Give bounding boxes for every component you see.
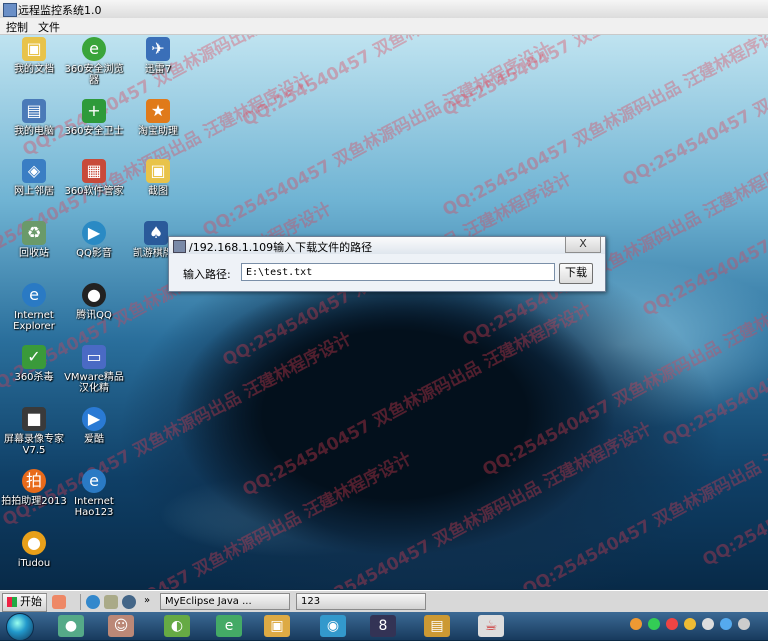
java-app-icon (173, 240, 186, 253)
watermark-text: QQ:254540457 双鱼林源码出品 汪建林程序设计 (619, 35, 768, 191)
desktop-icon-aiku[interactable]: ▶ 爱酷 (60, 407, 128, 445)
desktop-icon-tencent-qq[interactable]: ● 腾讯QQ (60, 283, 128, 321)
app-taskbar-icon[interactable]: ◐ (164, 615, 190, 637)
watermark-text: QQ:254540457 双鱼林源码出品 汪建林程序设计 (437, 35, 768, 121)
menu-control[interactable]: 控制 (6, 19, 28, 35)
paipai-icon: 拍 (22, 469, 46, 493)
network-icon: ◈ (22, 159, 46, 183)
browser-taskbar-icon[interactable]: e (216, 615, 242, 637)
apps-icon: ▦ (82, 159, 106, 183)
desktop-quick-launch-icon[interactable] (104, 595, 118, 609)
tray-icon[interactable] (630, 618, 642, 630)
folder-icon: ▣ (22, 37, 46, 61)
app-taskbar-icon[interactable]: ● (58, 615, 84, 637)
dialog-title: /192.168.1.109输入下载文件的路径 (189, 241, 373, 254)
path-input[interactable] (241, 263, 555, 281)
qq-penguin-icon: ● (82, 283, 106, 307)
browser-icon: e (82, 37, 106, 61)
media-icon: ▶ (82, 221, 106, 245)
ie-quick-launch-icon[interactable] (86, 595, 100, 609)
app-taskbar-icon[interactable]: ▤ (424, 615, 450, 637)
watermark-text: QQ:254540457 双鱼林源码出品 汪建林程序设计 (239, 298, 595, 501)
watermark-text: QQ:254540457 双鱼林源码出品 汪建林程序设计 (519, 398, 768, 589)
vmware-icon: ▭ (82, 345, 106, 369)
desktop-icon-taobao-helper[interactable]: ★ 淘宝助理 (124, 99, 192, 137)
desktop-icon-vmware[interactable]: ▭ VMware精品汉化精 (60, 345, 128, 394)
app-taskbar-icon[interactable]: ◉ (320, 615, 346, 637)
watermark-text: QQ:254540457 双鱼林源码出品 汪建林程序设计 (479, 278, 768, 481)
remote-desktop-view[interactable]: QQ:254540457 双鱼林源码出品 汪建林程序设计 QQ:254540457… (0, 35, 768, 589)
dialog-title-bar[interactable]: /192.168.1.109输入下载文件的路径 X (169, 237, 605, 254)
desktop-icon-screen-recorder[interactable]: ■ 屏幕录像专家V7.5 (0, 407, 68, 456)
video-icon: ▶ (82, 407, 106, 431)
desktop-icon-xunlei[interactable]: ✈ 迅雷7 (124, 37, 192, 75)
desktop-icon-my-computer[interactable]: ▤ 我的电脑 (0, 99, 68, 137)
tray-icon[interactable] (684, 618, 696, 630)
user-taskbar-icon[interactable]: ☺ (108, 615, 134, 637)
desktop-icon-itudou[interactable]: ● iTudou (0, 531, 68, 569)
taskbar-separator (46, 594, 47, 610)
desktop-icon-360-software[interactable]: ▦ 360软件管家 (60, 159, 128, 197)
taskbar-item-123[interactable]: 123 (296, 593, 426, 610)
local-taskbar: ● ☺ ◐ e ▣ ◉ 8 ▤ ☕ (0, 612, 768, 641)
download-path-dialog: /192.168.1.109输入下载文件的路径 X 输入路径: 下载 (168, 236, 606, 292)
dialog-close-button[interactable]: X (565, 237, 601, 253)
desktop-icon-network[interactable]: ◈ 网上邻居 (0, 159, 68, 197)
desktop-icon-recycle-bin[interactable]: ♻ 回收站 (0, 221, 68, 259)
desktop-icon-360-safe[interactable]: +360安全卫士 (60, 99, 128, 137)
desktop-icon-internet-hao123[interactable]: e Internet Hao123 (60, 469, 128, 518)
windows-logo-icon (7, 597, 17, 607)
menu-bar: 控制 文件 (0, 18, 768, 35)
app-taskbar-icon[interactable]: 8 (370, 615, 396, 637)
desktop-icon-internet-explorer[interactable]: e Internet Explorer (0, 283, 68, 332)
watermark-text: QQ:254540457 双鱼林源码出品 汪建林程序设计 (659, 249, 768, 451)
tray-icon[interactable] (720, 618, 732, 630)
tudou-icon: ● (22, 531, 46, 555)
clock-icon[interactable] (702, 618, 714, 630)
taskbar-separator (80, 594, 81, 610)
desktop-icon-360-antivirus[interactable]: ✓ 360杀毒 (0, 345, 68, 383)
desktop-icon-paipai-helper[interactable]: 拍拍拍助理2013 (0, 469, 68, 507)
watermark-text: QQ:254540457 双鱼林源码出品 汪建林程序设计 (699, 369, 768, 571)
tray-icon[interactable] (666, 618, 678, 630)
ie-icon: e (22, 283, 46, 307)
desktop-icon-360-browser[interactable]: e 360安全浏览器 (60, 37, 128, 86)
watermark-text: QQ:254540457 双鱼林源码出品 汪建林程序设计 (199, 38, 555, 241)
desktop-icon-my-documents[interactable]: ▣ 我的文档 (0, 37, 68, 75)
game-icon: ♠ (144, 221, 168, 245)
java-taskbar-icon[interactable]: ☕ (478, 615, 504, 637)
tray-icon[interactable] (648, 618, 660, 630)
media-quick-launch-icon[interactable] (122, 595, 136, 609)
watermark-text: QQ:254540457 双鱼林源码出品 汪建林程序设计 (237, 35, 595, 131)
windows-start-orb-icon[interactable] (6, 613, 34, 641)
window-title: 远程监控系统1.0 (18, 4, 102, 17)
remote-start-button[interactable]: 开始 (2, 593, 47, 612)
ie-icon: e (82, 469, 106, 493)
antivirus-icon: ✓ (22, 345, 46, 369)
quick-launch-icon[interactable] (52, 595, 66, 609)
app-icon (3, 3, 17, 17)
window-title-bar[interactable]: 远程监控系统1.0 (0, 0, 768, 19)
chevron-right-icon[interactable]: » (144, 595, 150, 606)
remote-taskbar: 开始 » MyEclipse Java ... 123 (0, 590, 768, 613)
path-field-label: 输入路径: (183, 268, 231, 281)
recorder-icon: ■ (22, 407, 46, 431)
folder-taskbar-icon[interactable]: ▣ (264, 615, 290, 637)
download-button[interactable]: 下载 (559, 263, 593, 284)
desktop-icon-qq-player[interactable]: ▶ QQ影音 (60, 221, 128, 259)
menu-file[interactable]: 文件 (38, 19, 60, 35)
recycle-bin-icon: ♻ (22, 221, 46, 245)
desktop-icon-screenshot-folder[interactable]: ▣ 截图 (124, 159, 192, 197)
volume-icon[interactable] (738, 618, 750, 630)
folder-icon: ▣ (146, 159, 170, 183)
taskbar-item-myeclipse[interactable]: MyEclipse Java ... (160, 593, 290, 610)
helper-icon: ★ (146, 99, 170, 123)
watermark-text: QQ:254540457 双鱼林源码出品 汪建林程序设计 (439, 35, 768, 221)
computer-icon: ▤ (22, 99, 46, 123)
watermark-text: QQ:254540457 双鱼林源码出品 汪建林程序设计 (639, 119, 768, 321)
shield-plus-icon: + (82, 99, 106, 123)
bird-icon: ✈ (146, 37, 170, 61)
watermark-text: QQ:254540457 双鱼林源码出品 汪建林程序设计 (299, 418, 655, 589)
